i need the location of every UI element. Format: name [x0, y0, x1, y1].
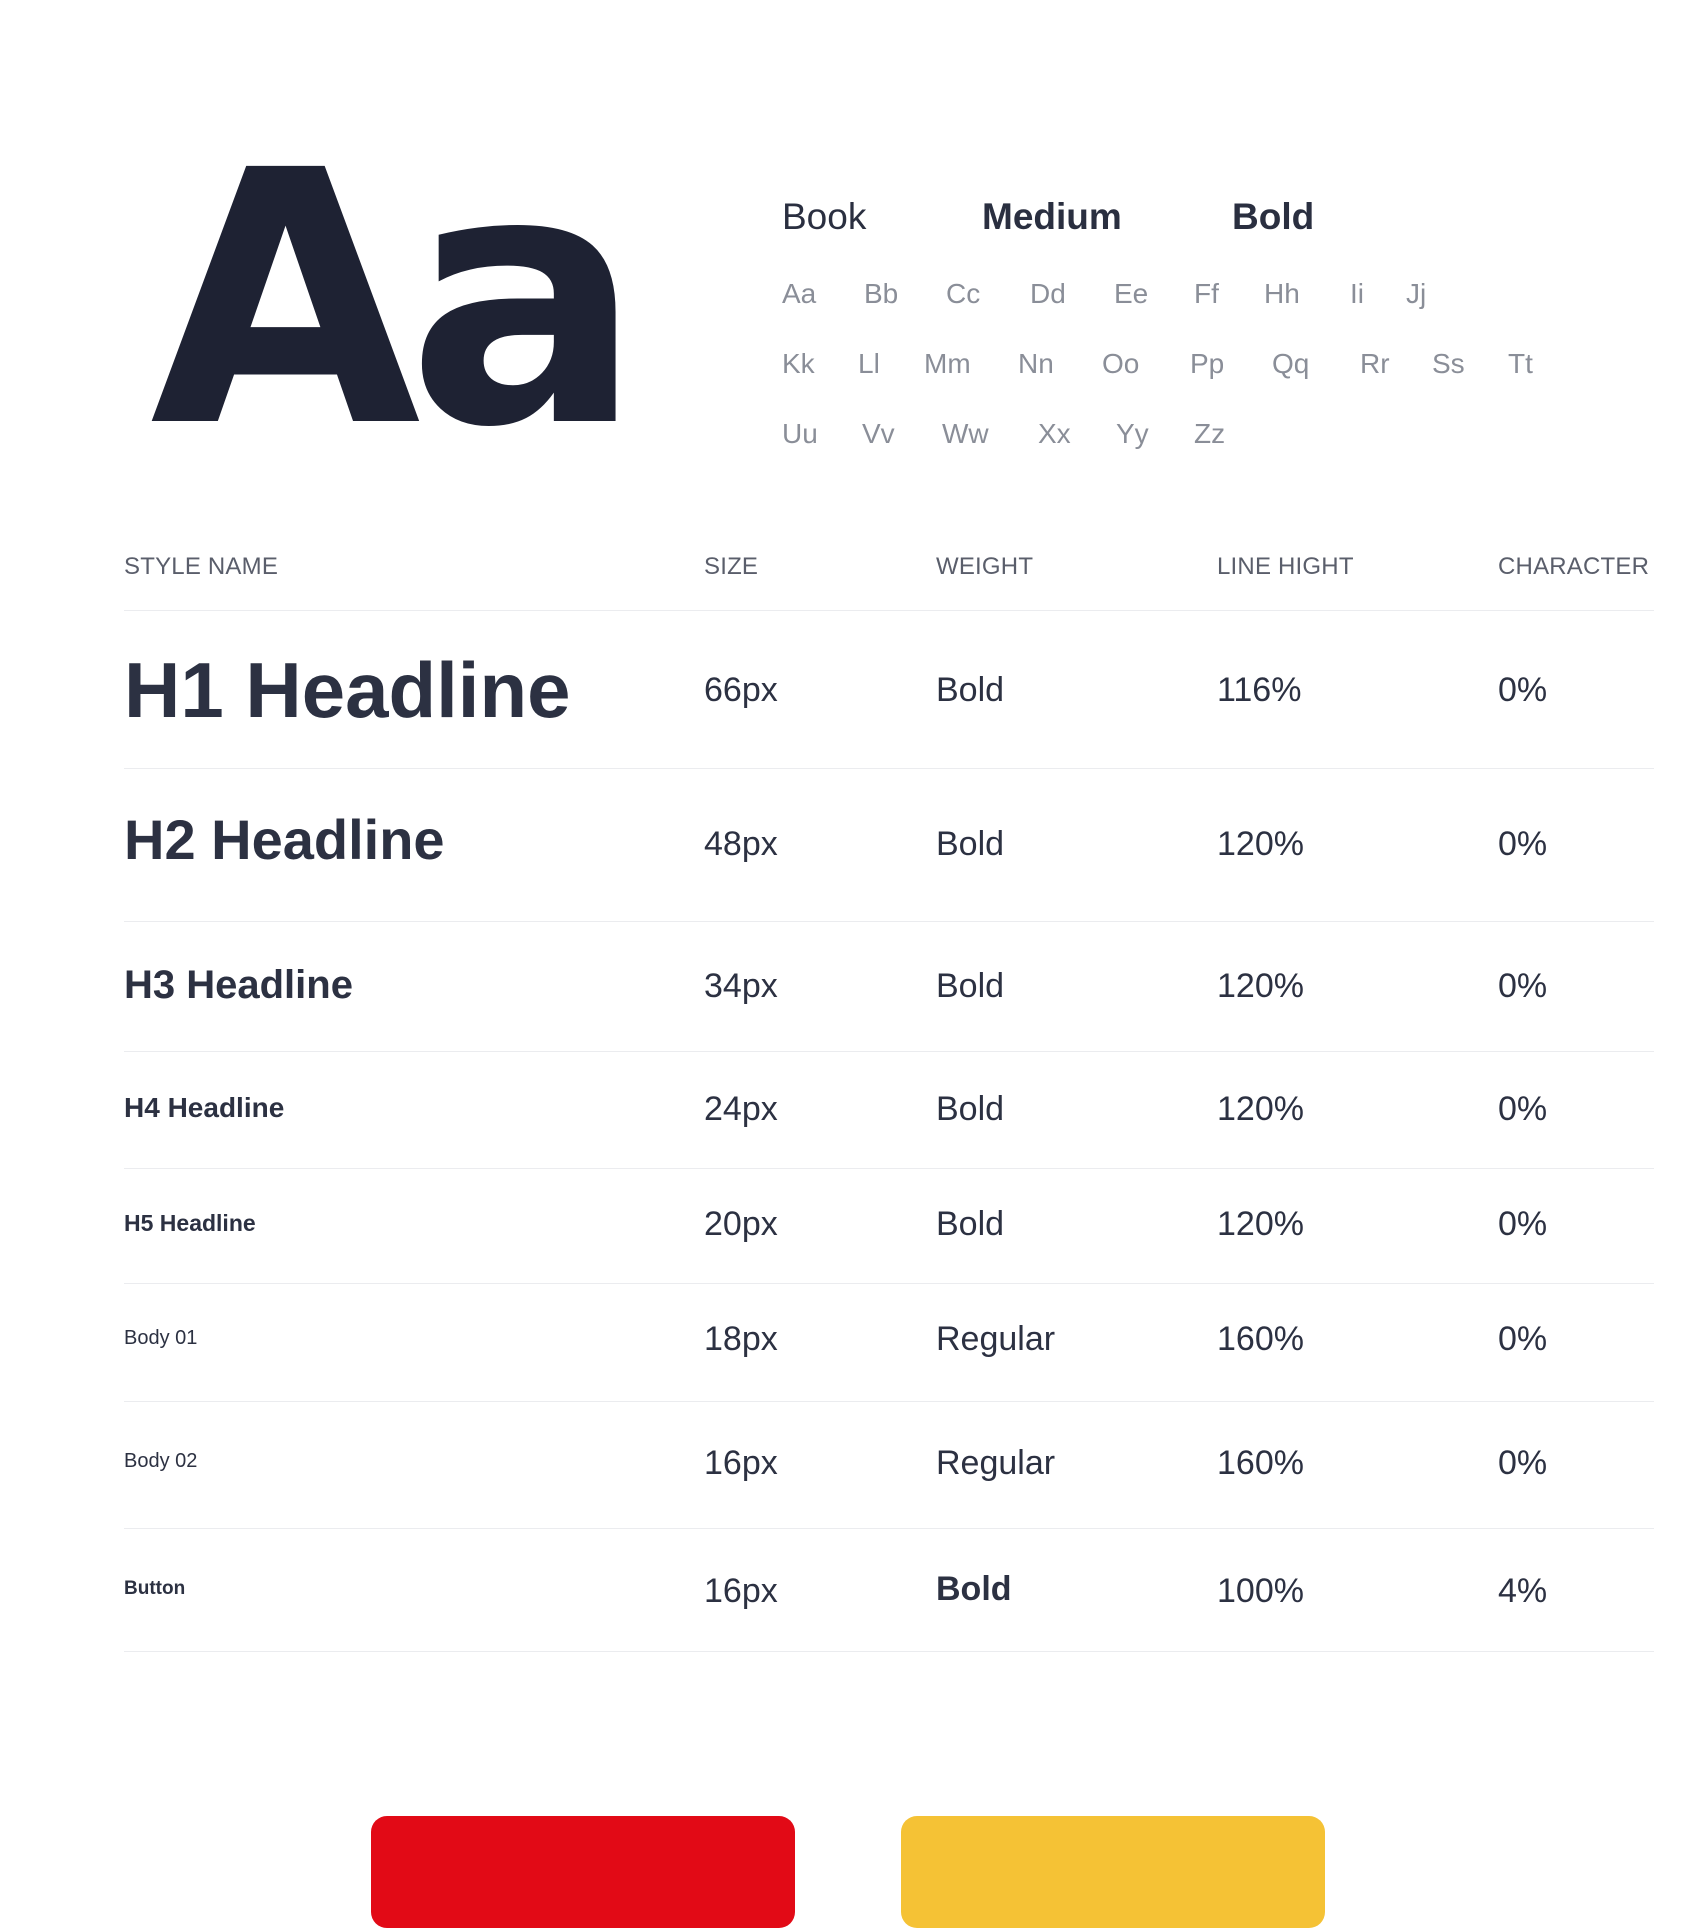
glyph-pair: Ff: [1194, 278, 1219, 309]
style-weight: Regular: [936, 1320, 1056, 1358]
weight-book-label: Book: [782, 196, 867, 237]
table-header: STYLE NAME SIZE WEIGHT LINE HIGHT CHARAC…: [124, 548, 1654, 611]
style-line-height: 120%: [1217, 1090, 1304, 1128]
style-weight: Bold: [936, 1570, 1012, 1608]
glyph-pair: Oo: [1102, 348, 1140, 379]
table-row: H2 Headline 48px Bold 120% 0%: [124, 769, 1654, 922]
table-row: Body 02 16px Regular 160% 0%: [124, 1402, 1654, 1529]
weight-medium-label: Medium: [982, 196, 1122, 237]
glyph-pair: Mm: [924, 348, 971, 379]
glyph-pair: Qq: [1272, 348, 1310, 379]
style-size: 20px: [704, 1205, 778, 1243]
header-style-name: STYLE NAME: [124, 553, 279, 580]
color-swatch-yellow: [901, 1816, 1325, 1928]
glyph-pair: Hh: [1264, 278, 1300, 309]
style-weight: Regular: [936, 1444, 1056, 1482]
glyph-pair: Xx: [1038, 418, 1071, 449]
style-line-height: 160%: [1217, 1444, 1304, 1482]
table-row: Button 16px Bold 100% 4%: [124, 1529, 1654, 1652]
type-scale-table: STYLE NAME SIZE WEIGHT LINE HIGHT CHARAC…: [124, 548, 1654, 1652]
glyph-pair: Vv: [862, 418, 895, 449]
glyph-pair: Dd: [1030, 278, 1066, 309]
style-line-height: 100%: [1217, 1572, 1304, 1610]
style-name: H4 Headline: [124, 1092, 285, 1123]
style-line-height: 120%: [1217, 1205, 1304, 1243]
glyph-pair: Zz: [1194, 418, 1226, 449]
style-weight: Bold: [936, 825, 1005, 863]
style-line-height: 160%: [1217, 1320, 1304, 1358]
style-name: Body 02: [124, 1450, 198, 1472]
table-row: H1 Headline 66px Bold 116% 0%: [124, 611, 1654, 769]
style-character: 0%: [1498, 1320, 1548, 1358]
glyph-pair: Nn: [1018, 348, 1054, 379]
style-size: 16px: [704, 1572, 778, 1610]
style-name: Button: [124, 1578, 186, 1599]
style-size: 48px: [704, 825, 778, 863]
color-swatch-red: [371, 1816, 795, 1928]
style-line-height: 120%: [1217, 967, 1304, 1005]
style-weight: Bold: [936, 967, 1005, 1005]
glyph-pair: Cc: [946, 278, 981, 309]
glyph-pair: Jj: [1406, 278, 1427, 309]
style-name: H3 Headline: [124, 963, 353, 1007]
header-character: CHARACTER: [1498, 553, 1650, 580]
glyph-pair: Ww: [942, 418, 989, 449]
style-line-height: 116%: [1217, 671, 1302, 709]
glyph-pair: Uu: [782, 418, 818, 449]
style-line-height: 120%: [1217, 825, 1304, 863]
style-weight: Bold: [936, 1090, 1005, 1128]
style-character: 0%: [1498, 1444, 1548, 1482]
table-row: H5 Headline 20px Bold 120% 0%: [124, 1169, 1654, 1284]
glyph-pair: Ll: [858, 348, 880, 379]
glyph-pair: Pp: [1190, 348, 1225, 379]
glyph-pair: Rr: [1360, 348, 1390, 379]
style-size: 18px: [704, 1320, 778, 1358]
glyph-pair: Tt: [1508, 348, 1533, 379]
glyph-pair: Yy: [1116, 418, 1149, 449]
glyph-pair: Aa: [782, 278, 817, 309]
table-row: H4 Headline 24px Bold 120% 0%: [124, 1052, 1654, 1169]
header-weight: WEIGHT: [936, 553, 1034, 580]
glyph-pair: Bb: [864, 278, 899, 309]
table-row: Body 01 18px Regular 160% 0%: [124, 1284, 1654, 1402]
style-character: 0%: [1498, 1090, 1548, 1128]
style-character: 0%: [1498, 825, 1548, 863]
glyph-pair: Ss: [1432, 348, 1465, 379]
style-character: 0%: [1498, 671, 1548, 709]
style-size: 24px: [704, 1090, 778, 1128]
style-character: 0%: [1498, 1205, 1548, 1243]
glyph-pair: Ii: [1350, 278, 1364, 309]
type-specimen: Aa: [150, 96, 643, 504]
glyph-pair: Ee: [1114, 278, 1149, 309]
style-size: 16px: [704, 1444, 778, 1482]
style-name: H1 Headline: [124, 646, 571, 734]
header-line-height: LINE HIGHT: [1217, 553, 1354, 580]
style-name: H2 Headline: [124, 808, 445, 871]
table-row: H3 Headline 34px Bold 120% 0%: [124, 922, 1654, 1052]
style-weight: Bold: [936, 1205, 1005, 1243]
style-size: 34px: [704, 967, 778, 1005]
style-name: Body 01: [124, 1327, 198, 1349]
style-character: 0%: [1498, 967, 1548, 1005]
glyph-pair: Kk: [782, 348, 815, 379]
style-size: 66px: [704, 671, 778, 709]
style-name: H5 Headline: [124, 1210, 256, 1236]
style-weight: Bold: [936, 671, 1005, 709]
weight-bold-label: Bold: [1232, 196, 1315, 237]
style-character: 4%: [1498, 1572, 1548, 1610]
header-size: SIZE: [704, 553, 759, 580]
